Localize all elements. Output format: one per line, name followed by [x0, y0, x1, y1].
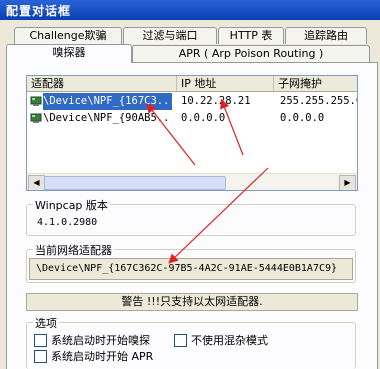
adapter-mask-cell: 0.0.0.0 [280, 112, 325, 124]
network-adapter-icon [30, 113, 42, 123]
winpcap-version-title: Winpcap 版本 [33, 197, 110, 213]
no-promiscuous-mode-checkbox[interactable] [174, 334, 187, 347]
column-subnet-mask[interactable]: 子网掩护 [274, 76, 357, 91]
start-apr-on-startup-checkbox[interactable] [34, 350, 47, 363]
network-adapter-icon [30, 96, 42, 106]
adapter-mask-cell: 255.255.255.0 [280, 95, 357, 107]
tab-challenge-spoof[interactable]: Challenge欺骗 [14, 27, 122, 44]
no-promiscuous-mode-label: 不使用混杂模式 [191, 334, 268, 347]
window-titlebar[interactable]: 配置对话框 [0, 0, 380, 20]
tab-http-table[interactable]: HTTP 表 [218, 27, 284, 44]
tab-sniffer[interactable]: 嗅探器 [6, 44, 132, 63]
scroll-right-icon[interactable]: ▶ [339, 175, 356, 190]
winpcap-version-value: 4.1.0.2980 [37, 217, 98, 228]
column-ip-address[interactable]: IP 地址 [177, 76, 274, 91]
tab-filter-ports[interactable]: 过滤与端口 [123, 27, 217, 44]
ethernet-only-warning: 警告 !!!只支持以太网适配器. [26, 293, 358, 311]
tab-traceroute[interactable]: 追踪路由 [285, 27, 367, 44]
adapter-list-header: 适配器 IP 地址 子网掩护 [27, 76, 357, 92]
current-adapter-title: 当前网络适配器 [33, 242, 114, 258]
adapter-name-cell: \Device\NPF_{167C3... [43, 93, 172, 110]
adapter-ip-cell: 0.0.0.0 [181, 112, 226, 124]
options-title: 选项 [33, 315, 59, 331]
window-title: 配置对话框 [6, 4, 72, 18]
adapter-row[interactable]: \Device\NPF_{90AB5... 0.0.0.0 0.0.0.0 [27, 110, 357, 127]
scroll-thumb[interactable] [44, 176, 226, 190]
start-sniffer-on-startup-checkbox[interactable] [34, 334, 47, 347]
adapter-list-hscrollbar[interactable]: ◀ ▶ [27, 173, 357, 190]
adapter-row[interactable]: \Device\NPF_{167C3... 10.22.28.21 255.25… [27, 93, 357, 110]
current-adapter-group: 当前网络适配器 \Device\NPF_{167C362C-97B5-4A2C-… [26, 242, 356, 283]
adapter-name-cell: \Device\NPF_{90AB5... [43, 112, 172, 124]
start-apr-on-startup-label: 系统启动时开始 APR [51, 350, 154, 363]
start-sniffer-on-startup-label: 系统启动时开始嗅探 [51, 334, 150, 347]
scroll-left-icon[interactable]: ◀ [28, 175, 45, 190]
current-adapter-value: \Device\NPF_{167C362C-97B5-4A2C-91AE-544… [29, 258, 353, 280]
adapter-ip-cell: 10.22.28.21 [181, 95, 251, 107]
winpcap-version-group: Winpcap 版本 4.1.0.2980 [26, 197, 356, 236]
tab-apr[interactable]: APR ( Arp Poison Routing ) [132, 45, 370, 62]
adapter-list[interactable]: 适配器 IP 地址 子网掩护 \Device\NPF_{167C3... 10.… [26, 75, 358, 191]
column-adapter[interactable]: 适配器 [27, 76, 177, 91]
